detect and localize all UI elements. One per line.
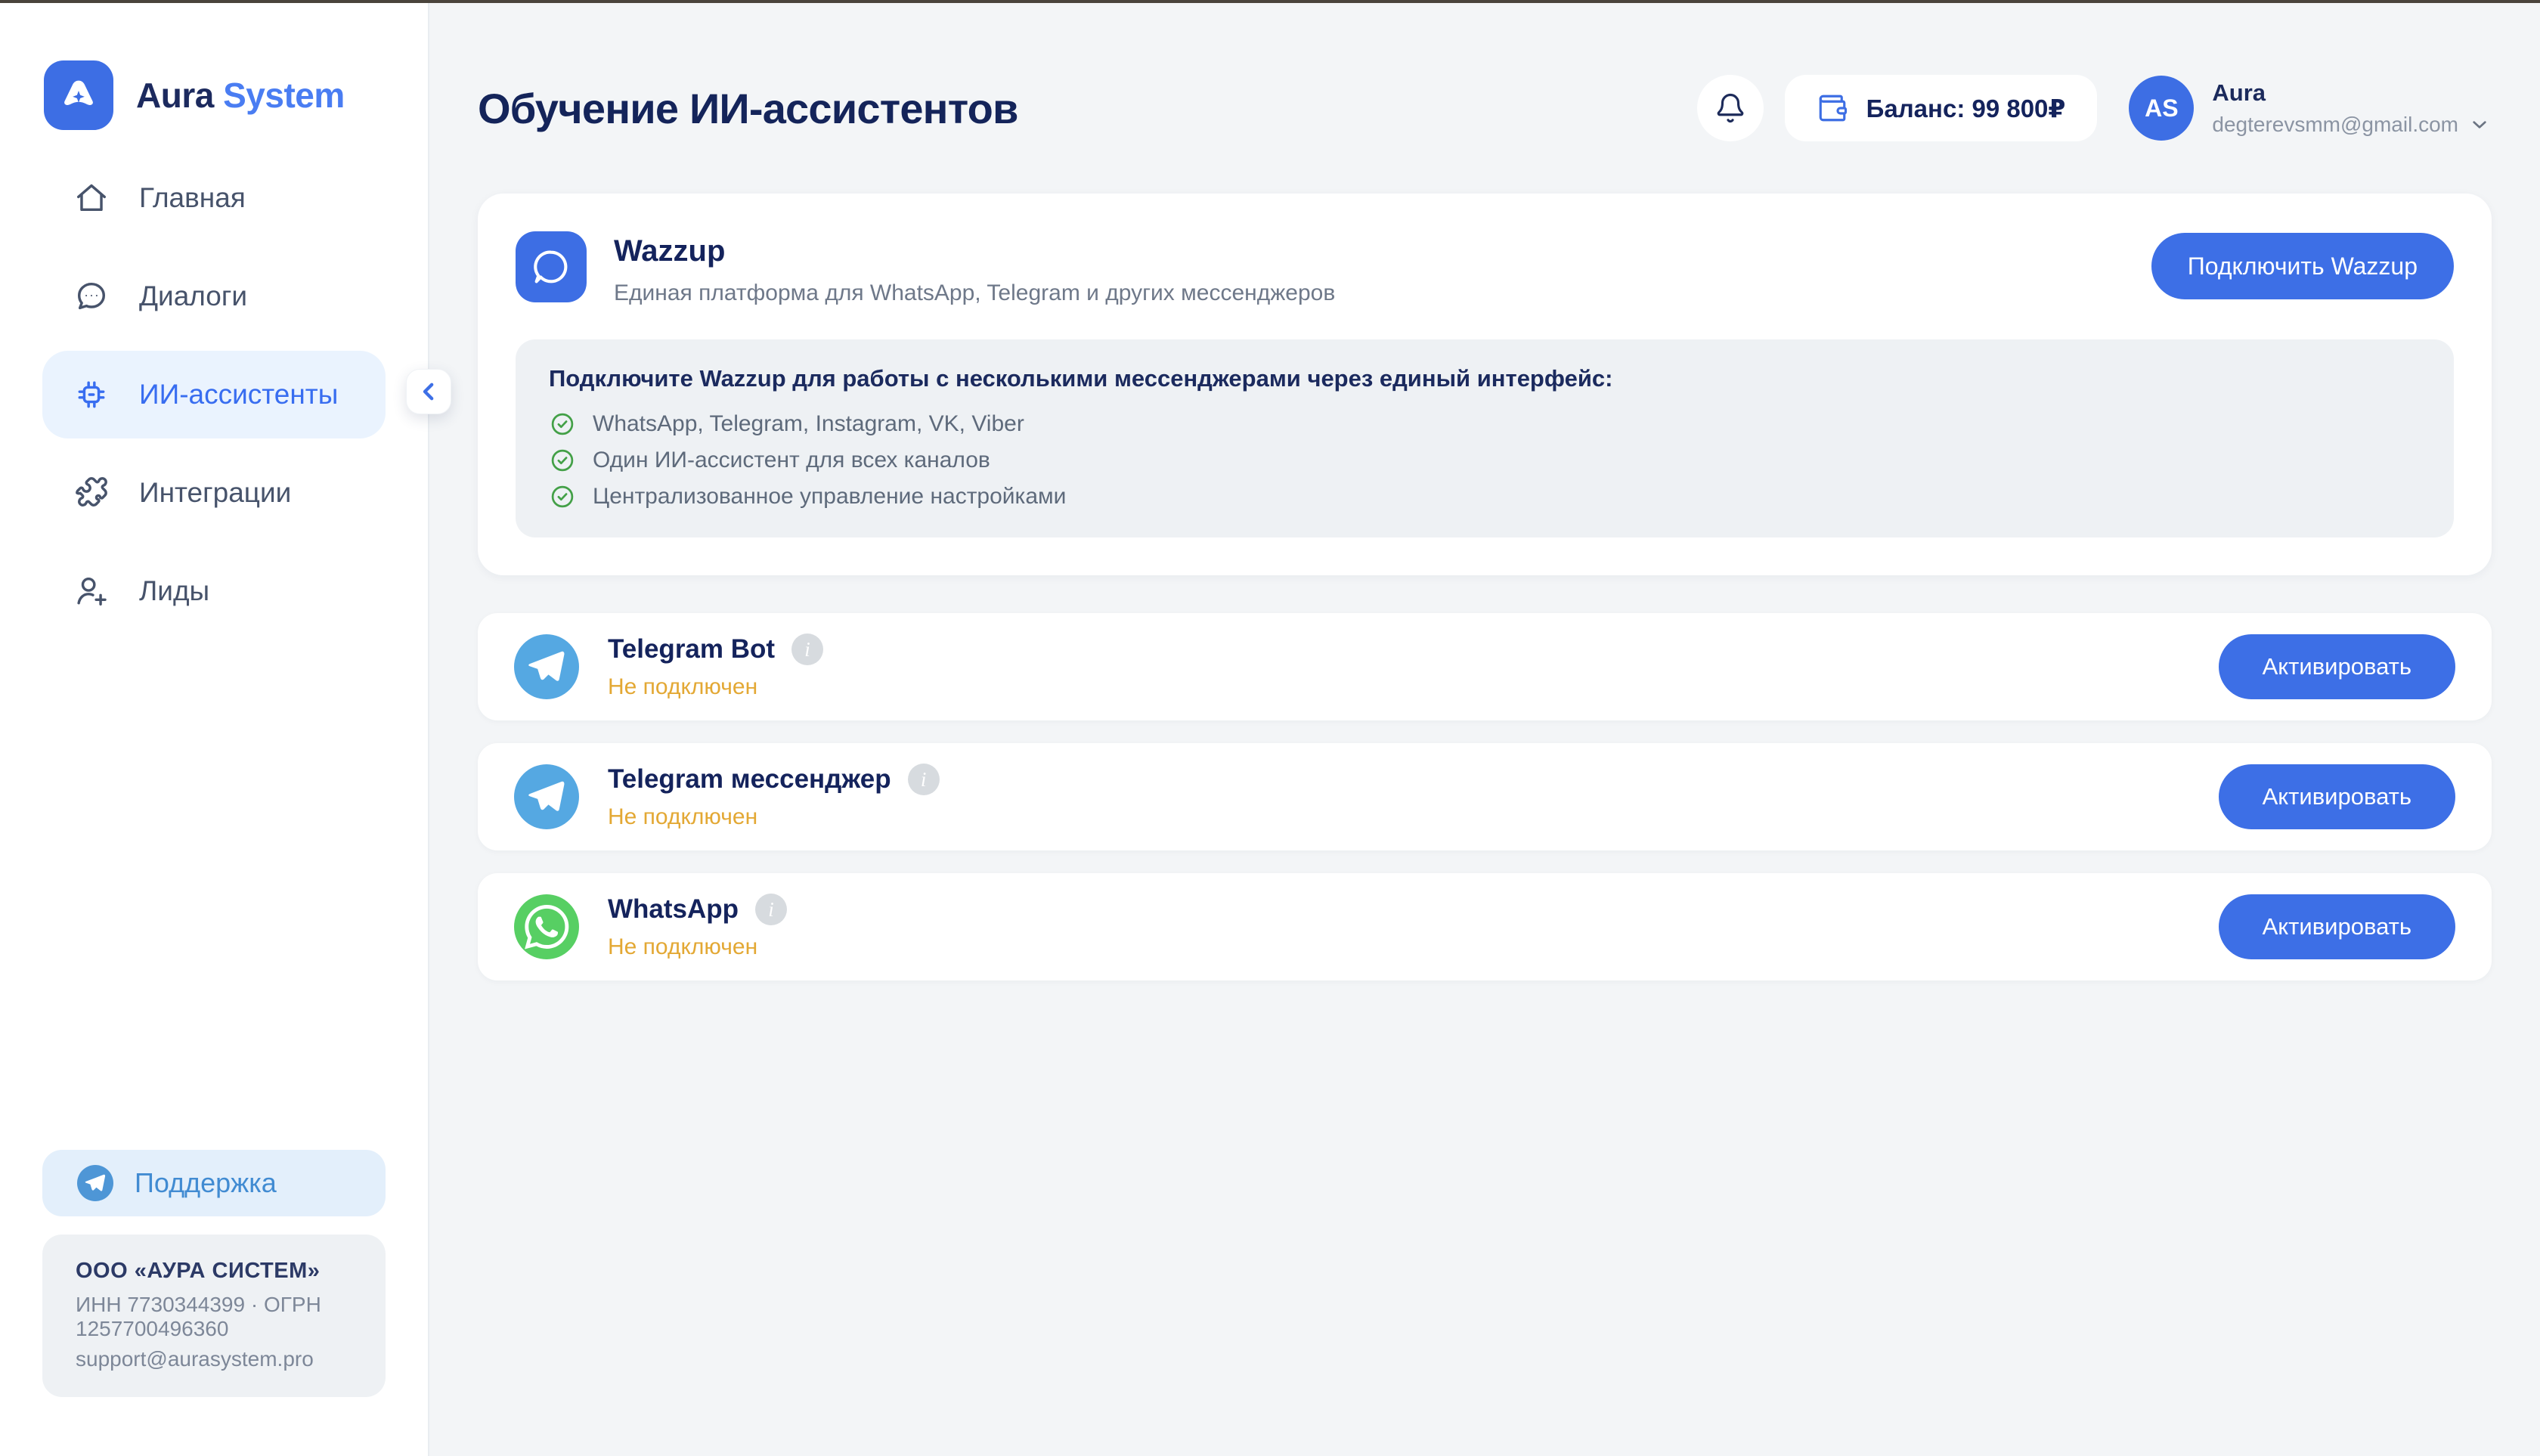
header-actions: Баланс: 99 800₽ AS Aura degterevsmm@gmai… (1697, 75, 2492, 141)
connect-wazzup-button[interactable]: Подключить Wazzup (2151, 233, 2454, 299)
company-name: ООО «АУРА СИСТЕМ» (76, 1259, 352, 1284)
whatsapp-icon (514, 894, 579, 959)
notifications-button[interactable] (1697, 75, 1764, 141)
info-icon[interactable]: i (755, 894, 787, 925)
user-plus-icon (74, 574, 109, 609)
bell-icon (1714, 92, 1746, 124)
page-title: Обучение ИИ-ассистентов (478, 84, 1018, 133)
sidebar-nav: Главная Диалоги (0, 154, 428, 635)
sidebar-item-leads[interactable]: Лиды (42, 547, 386, 635)
activate-whatsapp-button[interactable]: Активировать (2219, 894, 2455, 959)
app-root: Aura System Главная (0, 3, 2540, 1456)
feature-item: Один ИИ-ассистент для всех каналов (549, 445, 2421, 476)
feature-label: Один ИИ-ассистент для всех каналов (593, 445, 990, 476)
sidebar-item-home[interactable]: Главная (42, 154, 386, 242)
wazzup-info-title: Подключите Wazzup для работы с нескольки… (549, 364, 2421, 394)
check-circle-icon (549, 410, 576, 438)
sidebar-item-label: Диалоги (139, 280, 247, 312)
sidebar-item-dialogs[interactable]: Диалоги (42, 252, 386, 340)
channel-name: WhatsApp (608, 894, 739, 925)
telegram-support-icon (77, 1165, 113, 1201)
user-name: Aura (2212, 79, 2492, 107)
chat-icon (74, 279, 109, 314)
activate-telegram-messenger-button[interactable]: Активировать (2219, 764, 2455, 829)
sidebar: Aura System Главная (0, 3, 429, 1456)
check-circle-icon (549, 483, 576, 510)
wazzup-icon (516, 231, 587, 302)
balance-label: Баланс: 99 800₽ (1866, 94, 2066, 123)
sidebar-item-label: Главная (139, 182, 246, 214)
wazzup-card: Wazzup Единая платформа для WhatsApp, Te… (478, 194, 2492, 575)
info-icon[interactable]: i (791, 634, 823, 665)
channel-name: Telegram мессенджер (608, 764, 891, 795)
check-circle-icon (549, 447, 576, 474)
support-label: Поддержка (135, 1167, 277, 1199)
sidebar-item-ai-assistants[interactable]: ИИ-ассистенты (42, 351, 386, 438)
support-button[interactable]: Поддержка (42, 1150, 386, 1216)
channel-text: WhatsApp i Не подключен (608, 894, 2219, 960)
balance-button[interactable]: Баланс: 99 800₽ (1785, 75, 2098, 141)
channel-row-telegram-bot: Telegram Bot i Не подключен Активировать (478, 613, 2492, 720)
channel-row-whatsapp: WhatsApp i Не подключен Активировать (478, 873, 2492, 980)
company-info: ООО «АУРА СИСТЕМ» ИНН 7730344399 · ОГРН … (42, 1235, 386, 1397)
wallet-icon (1817, 92, 1848, 124)
page-header: Обучение ИИ-ассистентов (478, 74, 2492, 142)
user-email: degterevsmm@gmail.com (2212, 113, 2458, 137)
sidebar-item-label: Интеграции (139, 477, 291, 509)
channel-status: Не подключен (608, 674, 2219, 700)
channel-row-telegram-messenger: Telegram мессенджер i Не подключен Актив… (478, 743, 2492, 850)
chevron-down-icon (2467, 113, 2492, 137)
app-logo[interactable]: Aura System (0, 3, 428, 130)
feature-item: WhatsApp, Telegram, Instagram, VK, Viber (549, 409, 2421, 439)
brand-primary: Aura (136, 76, 214, 115)
sidebar-item-label: Лиды (139, 575, 209, 607)
wazzup-card-header: Wazzup Единая платформа для WhatsApp, Te… (516, 231, 2454, 306)
info-icon[interactable]: i (908, 764, 940, 795)
feature-label: WhatsApp, Telegram, Instagram, VK, Viber (593, 409, 1024, 439)
user-menu[interactable]: AS Aura degterevsmm@gmail.com (2129, 76, 2492, 141)
wazzup-info-panel: Подключите Wazzup для работы с нескольки… (516, 339, 2454, 537)
user-meta: Aura degterevsmm@gmail.com (2212, 79, 2492, 137)
channel-name: Telegram Bot (608, 634, 775, 664)
chevron-left-icon (414, 376, 444, 407)
aura-logo-icon (44, 60, 113, 130)
wazzup-subtitle: Единая платформа для WhatsApp, Telegram … (614, 280, 2151, 306)
chip-icon (74, 377, 109, 412)
avatar: AS (2129, 76, 2194, 141)
channel-text: Telegram мессенджер i Не подключен (608, 764, 2219, 830)
company-registration: ИНН 7730344399 · ОГРН 1257700496360 (76, 1293, 352, 1341)
home-icon (74, 181, 109, 215)
puzzle-icon (74, 476, 109, 510)
wazzup-title: Wazzup (614, 234, 2151, 268)
activate-telegram-bot-button[interactable]: Активировать (2219, 634, 2455, 699)
wazzup-feature-list: WhatsApp, Telegram, Instagram, VK, Viber… (549, 409, 2421, 512)
channel-status: Не подключен (608, 934, 2219, 960)
feature-item: Централизованное управление настройками (549, 482, 2421, 512)
sidebar-item-integrations[interactable]: Интеграции (42, 449, 386, 537)
channel-status: Не подключен (608, 804, 2219, 830)
company-email: support@aurasystem.pro (76, 1347, 352, 1371)
main-content: Обучение ИИ-ассистентов (429, 3, 2540, 1456)
sidebar-collapse-button[interactable] (406, 369, 451, 414)
feature-label: Централизованное управление настройками (593, 482, 1066, 512)
brand-name: Aura System (136, 75, 345, 116)
sidebar-footer: Поддержка ООО «АУРА СИСТЕМ» ИНН 77303443… (0, 1150, 428, 1456)
telegram-icon (514, 634, 579, 699)
channel-text: Telegram Bot i Не подключен (608, 634, 2219, 700)
brand-accent: System (223, 76, 345, 115)
wazzup-titles: Wazzup Единая платформа для WhatsApp, Te… (614, 231, 2151, 306)
sidebar-item-label: ИИ-ассистенты (139, 379, 338, 410)
telegram-icon (514, 764, 579, 829)
